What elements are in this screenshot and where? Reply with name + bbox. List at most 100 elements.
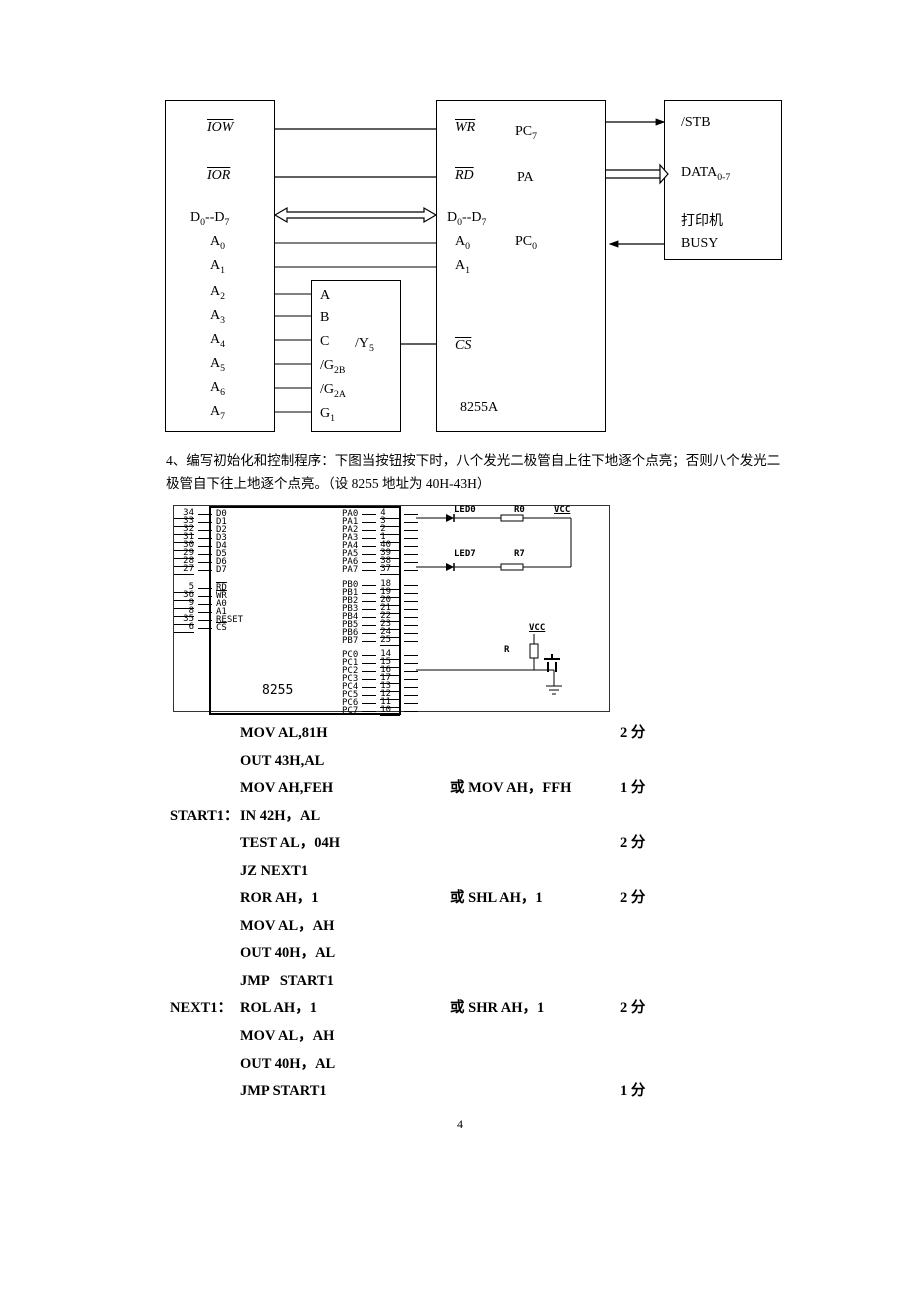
asm-line-12: OUT 40H，AL <box>170 1051 810 1079</box>
asm-instr: MOV AL,81H <box>240 720 450 748</box>
sig-a1-c: A1 <box>455 258 470 276</box>
asm-alt: 或 MOV AH，FFH <box>450 775 620 803</box>
sig-wr: WR <box>455 120 475 136</box>
sig-d07-left: D0--D7 <box>190 210 229 228</box>
sig-a0: A0 <box>210 234 225 252</box>
asm-instr: TEST AL，04H <box>240 830 450 858</box>
decoder-row-1: B <box>320 310 329 326</box>
pinout-chip-name: 8255 <box>262 684 293 697</box>
asm-alt <box>450 913 620 941</box>
asm-score <box>620 968 720 996</box>
asm-label <box>170 885 240 913</box>
asm-line-13: JMP START11 分 <box>170 1078 810 1106</box>
asm-score <box>620 803 720 831</box>
decoder-row-3: /G2B <box>320 358 345 376</box>
asm-alt: 或 SHL AH，1 <box>450 885 620 913</box>
asm-instr: JZ NEXT1 <box>240 858 450 886</box>
asm-label <box>170 1051 240 1079</box>
button-net <box>416 634 576 709</box>
asm-alt <box>450 1078 620 1106</box>
asm-alt <box>450 748 620 776</box>
asm-score: 2 分 <box>620 885 720 913</box>
asm-instr: OUT 40H，AL <box>240 1051 450 1079</box>
decoder-row-0: A <box>320 288 330 304</box>
printer-stb: /STB <box>681 115 711 131</box>
sig-a4: A4 <box>210 332 225 350</box>
asm-label <box>170 748 240 776</box>
asm-instr: ROR AH，1 <box>240 885 450 913</box>
sig-rd: RD <box>455 168 474 184</box>
asm-line-5: JZ NEXT1 <box>170 858 810 886</box>
asm-line-11: MOV AL，AH <box>170 1023 810 1051</box>
page-number: 4 <box>0 1117 920 1132</box>
led-net <box>416 512 596 582</box>
asm-label <box>170 1023 240 1051</box>
printer-busy: BUSY <box>681 236 718 252</box>
asm-instr: ROL AH，1 <box>240 995 450 1023</box>
asm-line-7: MOV AL，AH <box>170 913 810 941</box>
printer-label: 打印机 <box>681 210 723 230</box>
asm-score: 1 分 <box>620 1078 720 1106</box>
asm-score <box>620 913 720 941</box>
asm-instr: JMP START1 <box>240 968 450 996</box>
asm-instr: IN 42H，AL <box>240 803 450 831</box>
page: IOW IOR D0--D7 /Y5 WR RD D0--D7 A0 A1 CS… <box>0 0 920 1302</box>
asm-alt <box>450 720 620 748</box>
asm-line-8: OUT 40H，AL <box>170 940 810 968</box>
asm-label <box>170 940 240 968</box>
decoder-row-5: G1 <box>320 406 335 424</box>
asm-score <box>620 858 720 886</box>
asm-instr: MOV AL，AH <box>240 913 450 941</box>
asm-score: 2 分 <box>620 995 720 1023</box>
sig-a3: A3 <box>210 308 225 326</box>
asm-line-3: START1：IN 42H，AL <box>170 803 810 831</box>
decoder-row-2: C <box>320 334 329 350</box>
asm-alt <box>450 940 620 968</box>
question-text-b: 极管自下往上地逐个点亮。（设 8255 地址为 40H-43H） <box>166 476 490 491</box>
asm-label: START1： <box>170 803 240 831</box>
asm-instr: OUT 43H,AL <box>240 748 450 776</box>
asm-label <box>170 858 240 886</box>
sig-a0-c: A0 <box>455 234 470 252</box>
decoder-row-4: /G2A <box>320 382 346 400</box>
sig-ior: IOR <box>207 168 230 184</box>
question-num: 4、 <box>166 453 186 468</box>
wires-decoder <box>275 280 440 440</box>
asm-score <box>620 1023 720 1051</box>
sig-a2: A2 <box>210 284 225 302</box>
asm-alt <box>450 858 620 886</box>
asm-alt <box>450 803 620 831</box>
asm-score <box>620 748 720 776</box>
printer-data: DATA0-7 <box>681 165 730 183</box>
asm-line-1: OUT 43H,AL <box>170 748 810 776</box>
asm-line-4: TEST AL，04H2 分 <box>170 830 810 858</box>
label-vcc2: VCC <box>529 624 545 633</box>
sig-a5: A5 <box>210 356 225 374</box>
wires-chip-printer <box>606 100 668 270</box>
asm-label <box>170 830 240 858</box>
asm-label <box>170 775 240 803</box>
asm-line-6: ROR AH，1或 SHL AH，12 分 <box>170 885 810 913</box>
asm-label <box>170 1078 240 1106</box>
asm-label <box>170 968 240 996</box>
sig-a6: A6 <box>210 380 225 398</box>
asm-listing: MOV AL,81H 2 分 OUT 43H,ALMOV AH,FEH或 MOV A… <box>170 720 810 1106</box>
asm-label <box>170 720 240 748</box>
sig-pa: PA <box>517 170 534 186</box>
asm-alt <box>450 830 620 858</box>
asm-line-2: MOV AH,FEH或 MOV AH，FFH1 分 <box>170 775 810 803</box>
sig-a7: A7 <box>210 404 225 422</box>
asm-alt <box>450 1051 620 1079</box>
asm-score: 2 分 <box>620 720 720 748</box>
asm-instr: MOV AL，AH <box>240 1023 450 1051</box>
question-text-a: 编写初始化和控制程序：下图当按钮按下时，八个发光二极管自上往下地逐个点亮；否则八… <box>186 453 780 468</box>
asm-score <box>620 1051 720 1079</box>
asm-line-9: JMP START1 <box>170 968 810 996</box>
asm-label: NEXT1： <box>170 995 240 1023</box>
asm-alt <box>450 1023 620 1051</box>
sig-a1: A1 <box>210 258 225 276</box>
asm-label <box>170 913 240 941</box>
asm-line-10: NEXT1：ROL AH，1或 SHR AH，12 分 <box>170 995 810 1023</box>
question-4: 4、编写初始化和控制程序：下图当按钮按下时，八个发光二极管自上往下地逐个点亮；否… <box>166 450 806 496</box>
sig-pc7: PC7 <box>515 124 537 142</box>
